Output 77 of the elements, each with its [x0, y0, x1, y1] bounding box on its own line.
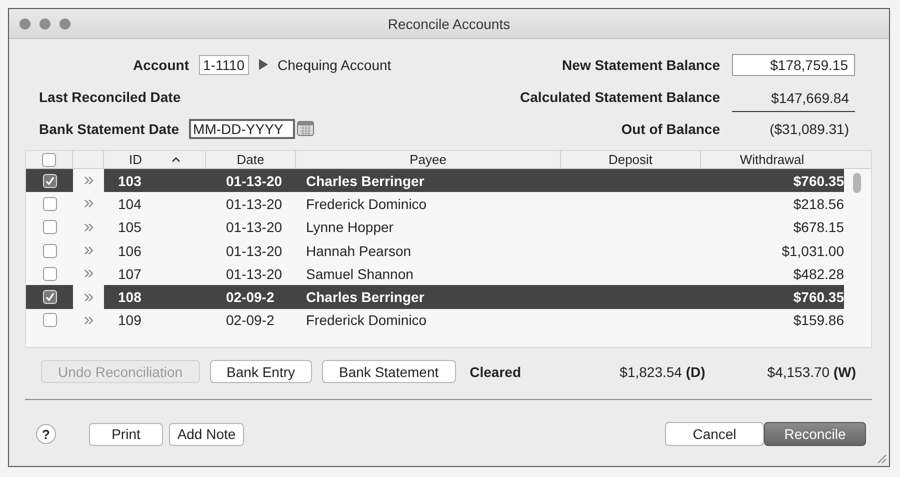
table-cell-text: Frederick Dominico — [305, 311, 428, 330]
double-chevron-icon[interactable] — [84, 316, 94, 325]
checkbox[interactable] — [42, 152, 56, 166]
table-cell-text: $218.56 — [792, 194, 844, 214]
table-cell-text: Lynne Hopper — [305, 218, 394, 238]
footer-button[interactable]: Print — [89, 422, 163, 446]
column-header[interactable]: Deposit — [561, 151, 701, 169]
table-cell: 103 — [104, 169, 206, 192]
help-button[interactable]: ? — [36, 424, 56, 444]
table-cell: 01-13-20 — [206, 169, 296, 192]
column-header[interactable]: Payee — [296, 151, 561, 169]
date-field[interactable]: MM-DD-YYYY — [189, 118, 296, 138]
scrollbar-thumb[interactable] — [853, 173, 861, 193]
table-cell-text: Hannah Pearson — [305, 242, 412, 261]
column-header[interactable]: ID — [104, 151, 206, 169]
double-chevron-icon[interactable] — [84, 269, 94, 278]
window-title: Reconcile Accounts — [388, 16, 510, 32]
table-cell: $760.35 — [701, 285, 844, 309]
table-cell: Charles Berringer — [296, 169, 561, 192]
table-cell: 02-09-2 — [206, 285, 296, 309]
balance-value: $147,669.84 — [732, 88, 855, 112]
sort-caret-icon[interactable] — [172, 157, 180, 162]
account-name: Chequing Account — [278, 56, 392, 72]
table-cell-text: 01-13-20 — [225, 194, 284, 214]
last-reconciled-label: Last Reconciled Date — [39, 88, 181, 104]
account-label: Account — [132, 56, 189, 72]
window-control-icon[interactable] — [59, 18, 71, 30]
table-cell-text: 106 — [117, 242, 142, 261]
double-chevron-icon[interactable] — [84, 292, 94, 302]
table-cell-text: 104 — [117, 194, 142, 214]
table-cell: Charles Berringer — [296, 285, 561, 309]
cleared-label: Cleared — [470, 364, 521, 380]
table-cell-text: $1,031.00 — [780, 242, 844, 261]
checkbox[interactable] — [42, 220, 56, 234]
table-cell-text: 02-09-2 — [225, 311, 276, 330]
table-cell-text: $678.15 — [792, 218, 844, 238]
checkbox[interactable] — [42, 266, 56, 281]
checkbox[interactable] — [42, 313, 56, 328]
table-cell-text: 01-13-20 — [225, 218, 284, 238]
footer-button[interactable]: Add Note — [169, 422, 244, 446]
checkbox[interactable] — [42, 196, 56, 211]
account-field[interactable]: 1-1110 — [199, 54, 249, 74]
bank-statement-date-label: Bank Statement Date — [39, 120, 180, 136]
table-cell-text: 109 — [117, 311, 142, 330]
balance-field[interactable]: $178,759.15 — [732, 54, 855, 76]
table-cell-text: 01-13-20 — [225, 242, 284, 261]
balance-label: Calculated Statement Balance — [520, 88, 720, 104]
table-cell-text: 01-13-20 — [225, 264, 284, 284]
double-chevron-icon[interactable] — [84, 246, 94, 256]
window-control-icon[interactable] — [19, 18, 31, 30]
column-header[interactable]: Date — [206, 151, 296, 169]
resize-grip-icon[interactable] — [875, 452, 887, 464]
table-cell: 108 — [104, 285, 206, 309]
table-cell-text: Frederick Dominico — [305, 194, 428, 214]
table-cell-text: $482.28 — [792, 264, 844, 284]
balance-label: Out of Balance — [621, 120, 720, 136]
table-cell-text: $159.86 — [792, 311, 844, 330]
double-chevron-icon[interactable] — [84, 222, 94, 232]
disclosure-triangle-icon[interactable] — [258, 59, 268, 70]
double-chevron-icon[interactable] — [84, 176, 94, 186]
window-control-icon[interactable] — [39, 18, 51, 30]
balance-value: ($31,089.31) — [768, 120, 850, 138]
table-cell-text: 107 — [117, 264, 142, 284]
default-button[interactable]: Reconcile — [764, 422, 866, 446]
cleared-deposit-total: $1,823.54 (D) — [620, 364, 706, 380]
action-button[interactable]: Bank Statement — [322, 360, 456, 383]
action-button[interactable]: Bank Entry — [210, 360, 312, 383]
column-header[interactable]: Withdrawal — [701, 151, 844, 169]
table-cell-text: 105 — [117, 218, 142, 238]
checkbox[interactable] — [42, 244, 56, 258]
table-cell: $760.35 — [701, 169, 844, 192]
double-chevron-icon[interactable] — [84, 199, 94, 208]
cleared-withdrawal-total: $4,153.70 (W) — [767, 364, 856, 380]
footer-button[interactable]: Cancel — [665, 422, 764, 446]
table-cell-text: Samuel Shannon — [305, 264, 414, 284]
calendar-icon[interactable] — [297, 121, 314, 136]
balance-label: New Statement Balance — [562, 56, 720, 72]
